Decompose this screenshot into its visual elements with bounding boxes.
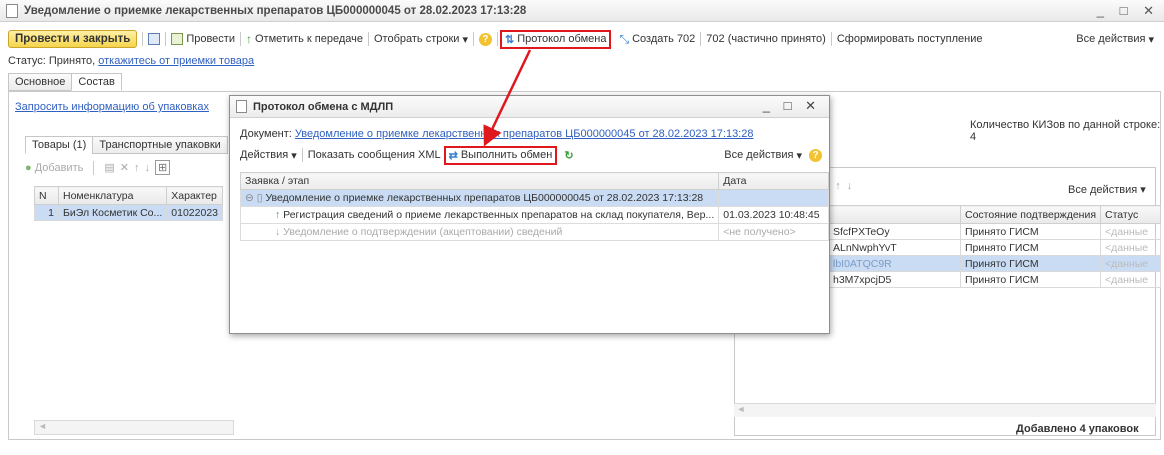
goods-table: N Номенклатура Характер 1 БиЭл Косметик … — [34, 186, 234, 221]
arrow-down-icon: ↓ — [275, 226, 281, 238]
status-text: Статус: Принято, — [8, 55, 96, 67]
chevron-down-icon: ▾ — [462, 33, 468, 46]
post-icon — [171, 33, 184, 45]
save-icon[interactable] — [148, 33, 161, 45]
column-header-confirmation-state[interactable]: Состояние подтверждения — [959, 205, 1102, 224]
column-header-characteristic[interactable]: Характер — [166, 186, 223, 205]
window-controls[interactable]: _ □ ✕ — [1097, 3, 1160, 19]
show-xml-button[interactable]: Показать сообщения XML — [308, 149, 441, 161]
window-titlebar: Уведомление о приемке лекарственных преп… — [0, 0, 1164, 22]
dialog-toolbar: Действия ▾ Показать сообщения XML ⇄ Выпол… — [240, 145, 822, 165]
partial-702-button[interactable]: 702 (частично принято) — [706, 33, 826, 45]
post-button[interactable]: Провести — [171, 33, 235, 45]
column-header-status[interactable]: Статус — [1100, 205, 1162, 224]
help-icon[interactable]: ? — [809, 148, 822, 162]
form-receipt-button[interactable]: Сформировать поступление — [837, 33, 983, 45]
mark-transfer-button[interactable]: ↑ Отметить к передаче — [246, 32, 363, 46]
delete-icon[interactable]: ✕ — [120, 161, 129, 174]
post-and-close-button[interactable]: Провести и закрыть — [8, 30, 138, 48]
actions-menu[interactable]: Действия ▾ — [240, 149, 297, 162]
tab-transport-packages[interactable]: Транспортные упаковки — [92, 136, 228, 154]
create-702-button[interactable]: ⤡ Создать 702 — [619, 32, 695, 47]
move-up-icon[interactable]: ↑ — [134, 162, 140, 174]
move-down-icon[interactable]: ↓ — [144, 162, 150, 174]
copy-icon[interactable]: ▤ — [104, 161, 114, 174]
request-packages-link[interactable]: Запросить информацию об упаковках — [15, 101, 209, 113]
dialog-title: Протокол обмена с МДЛП — [253, 100, 394, 113]
column-header-nomenclature[interactable]: Номенклатура — [57, 186, 168, 205]
create-icon: ⤡ — [619, 31, 630, 46]
document-icon — [6, 3, 18, 18]
run-exchange-button[interactable]: ⇄ Выполнить обмен — [443, 145, 558, 165]
collapse-icon[interactable]: ⊖ — [245, 192, 254, 204]
refuse-acceptance-link[interactable]: откажитесь от приемки товара — [98, 55, 254, 67]
filter-icon[interactable]: ⊞ — [154, 160, 171, 175]
dialog-titlebar: Протокол обмена с МДЛП _ □ ✕ — [230, 96, 829, 118]
status-line: Статус: Принято, откажитесь от приемки т… — [8, 55, 254, 67]
dialog-document-line: Документ: Уведомление о приемке лекарств… — [240, 128, 754, 140]
dialog-all-actions-menu[interactable]: Все действия ▾ ? — [724, 148, 822, 162]
exchange-icon: ⇅ — [504, 33, 515, 46]
added-packages-label: Добавлено 4 упаковок — [1016, 423, 1139, 435]
packages-all-actions-menu[interactable]: Все действия ▾ — [1068, 183, 1146, 196]
kiz-count-label: Количество КИЗов по данной строке: 4 — [970, 119, 1161, 143]
horizontal-scrollbar[interactable]: ◄ — [34, 420, 234, 435]
tab-main[interactable]: Основное — [8, 73, 73, 91]
all-actions-menu[interactable]: Все действия ▾ — [1076, 33, 1154, 46]
window-title: Уведомление о приемке лекарственных преп… — [24, 4, 527, 17]
exchange-protocol-dialog: Протокол обмена с МДЛП _ □ ✕ Документ: У… — [229, 95, 830, 334]
column-header-stage[interactable]: Заявка / этап — [239, 172, 720, 190]
document-link[interactable]: Уведомление о приемке лекарственных преп… — [295, 128, 754, 140]
table-row[interactable]: ↓ Уведомление о подтверждении (акцептова… — [239, 223, 829, 241]
exchange-stages-table: Заявка / этап Дата ⊖ ▯ Уведомление о при… — [239, 172, 829, 241]
refresh-icon[interactable]: ↻ — [564, 149, 573, 162]
column-header-date[interactable]: Дата — [718, 172, 829, 190]
move-down-icon[interactable]: ↓ — [847, 180, 853, 193]
document-icon — [236, 100, 247, 113]
add-icon: ● — [25, 161, 32, 174]
exchange-icon: ⇄ — [448, 149, 458, 162]
help-icon[interactable]: ? — [478, 32, 492, 46]
goods-toolbar: ● Добавить ▤ ✕ ↑ ↓ ⊞ — [25, 160, 171, 175]
table-row[interactable]: ⊖ ▯ Уведомление о приемке лекарственных … — [239, 189, 829, 207]
add-button[interactable]: ● Добавить — [25, 162, 83, 174]
tab-goods[interactable]: Товары (1) — [25, 136, 94, 154]
tab-composition[interactable]: Состав — [71, 73, 122, 91]
main-tabs: Основное Состав — [8, 73, 122, 91]
dialog-window-controls[interactable]: _ □ ✕ — [763, 98, 821, 114]
document-icon: ▯ — [256, 192, 263, 204]
arrow-up-icon: ↑ — [245, 32, 252, 46]
goods-tabs: Товары (1) Транспортные упаковки — [25, 136, 228, 154]
column-header-n[interactable]: N — [34, 186, 59, 205]
select-rows-button[interactable]: Отобрать строки ▾ — [374, 33, 468, 46]
main-toolbar: Провести и закрыть Провести ↑ Отметить к … — [0, 28, 1164, 50]
horizontal-scrollbar[interactable]: ◄ — [734, 403, 1156, 417]
arrow-up-icon: ↑ — [275, 209, 281, 221]
table-row[interactable]: ↑ Регистрация сведений о приеме лекарств… — [239, 206, 829, 224]
table-row[interactable]: 1 БиЭл Косметик Co... 01022023 — [34, 204, 223, 221]
move-up-icon[interactable]: ↑ — [835, 180, 841, 193]
exchange-protocol-button[interactable]: ⇅ Протокол обмена — [499, 29, 612, 49]
